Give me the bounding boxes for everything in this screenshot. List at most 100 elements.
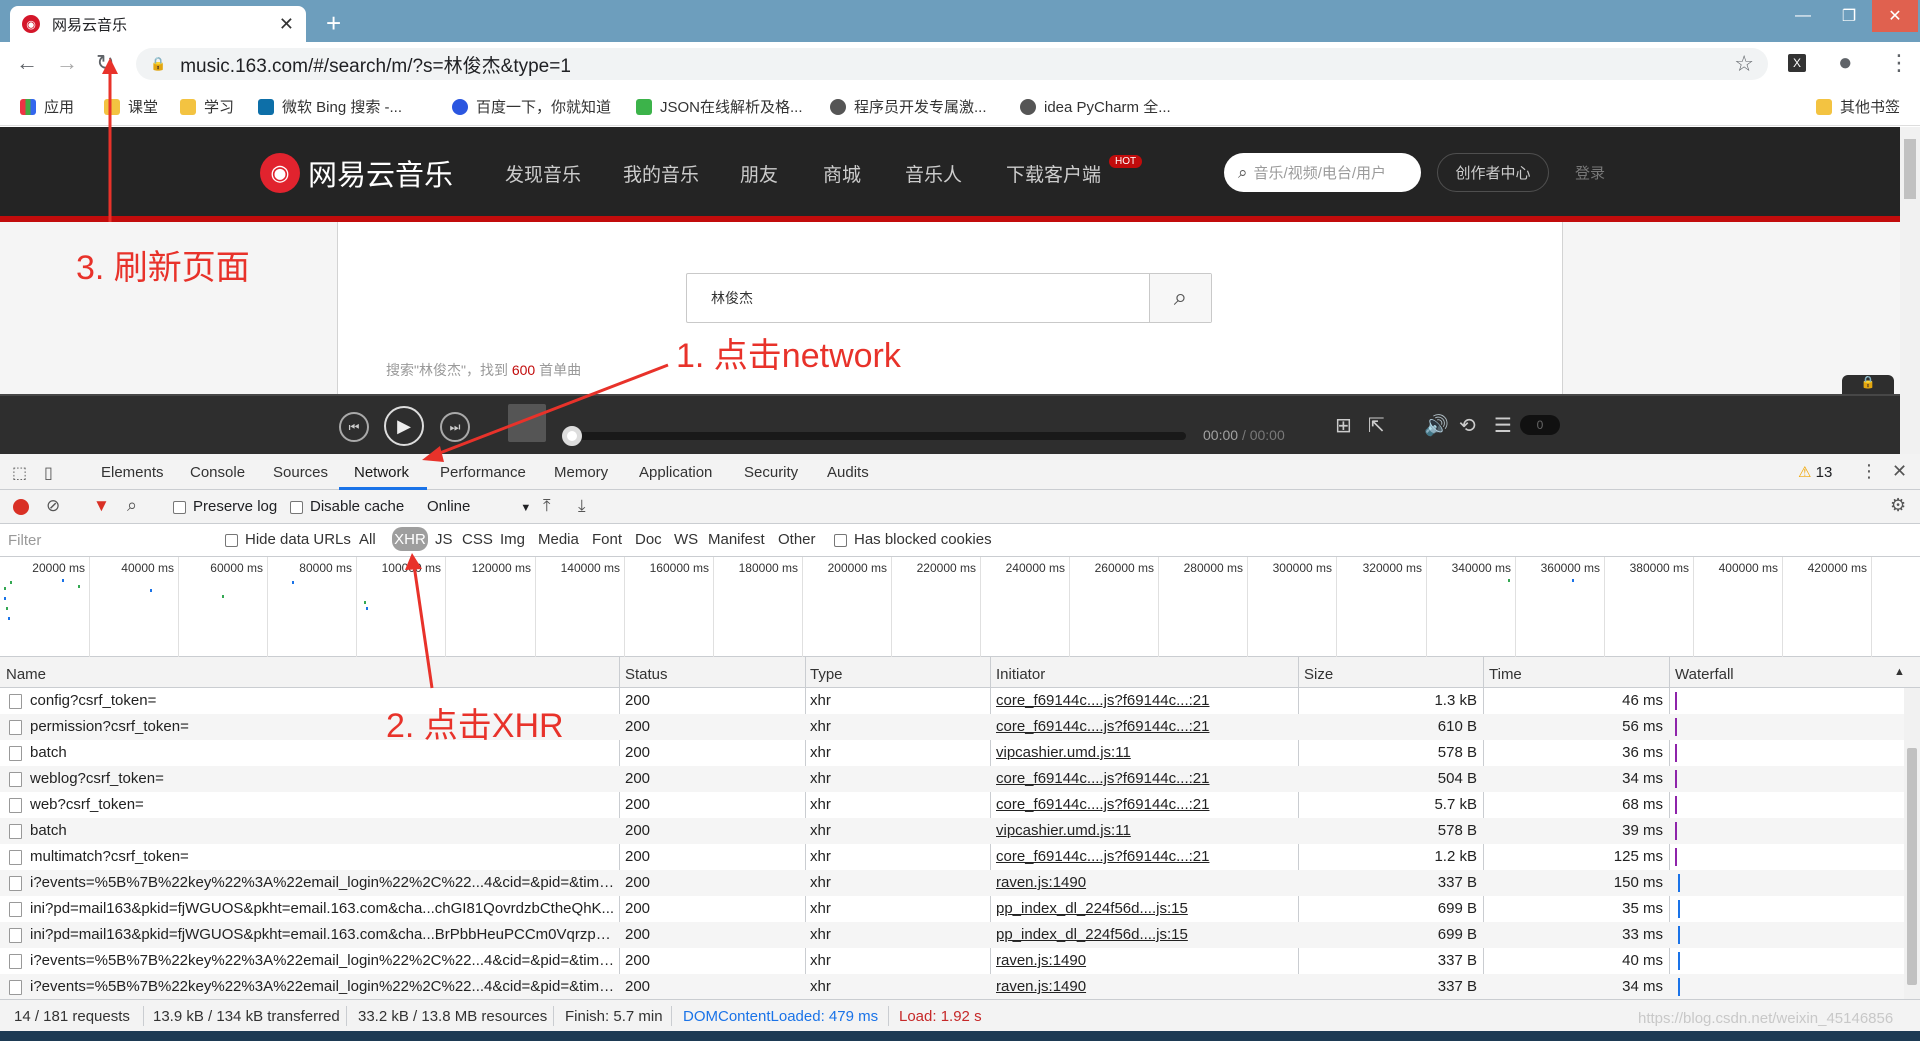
- previous-track-icon[interactable]: ⏮: [339, 412, 369, 442]
- page-scrollbar[interactable]: [1900, 127, 1920, 454]
- col-time[interactable]: Time: [1489, 666, 1522, 683]
- cell-initiator[interactable]: raven.js:1490: [996, 874, 1286, 891]
- table-row[interactable]: i?events=%5B%7B%22key%22%3A%22email_logi…: [0, 870, 1904, 896]
- playlist-icon[interactable]: ☰: [1494, 413, 1512, 438]
- preserve-log-checkbox[interactable]: Preserve log: [173, 498, 277, 515]
- page-scrollbar-thumb[interactable]: [1904, 139, 1916, 199]
- sort-up-icon[interactable]: ▲: [1894, 666, 1905, 678]
- col-status[interactable]: Status: [625, 666, 668, 683]
- table-row[interactable]: permission?csrf_token= 200 xhr core_f69144c…: [0, 714, 1904, 740]
- tab-performance[interactable]: Performance: [440, 464, 526, 481]
- tab-memory[interactable]: Memory: [554, 464, 608, 481]
- profile-avatar-icon[interactable]: ●: [1838, 49, 1853, 77]
- url-bar[interactable]: 🔒 music.163.com/#/search/m/?s=林俊杰&type=1…: [136, 48, 1768, 80]
- forward-icon[interactable]: →: [56, 50, 78, 76]
- cell-initiator[interactable]: core_f69144c....js?f69144c...:21: [996, 770, 1286, 787]
- gear-icon[interactable]: ⚙: [1890, 495, 1906, 516]
- type-css[interactable]: CSS: [462, 531, 493, 548]
- volume-icon[interactable]: 🔊: [1424, 413, 1449, 438]
- add-to-playlist-icon[interactable]: ⊞: [1335, 413, 1352, 438]
- filter-input[interactable]: Filter: [8, 532, 208, 549]
- bookmark-bing[interactable]: 微软 Bing 搜索 -...: [258, 96, 402, 117]
- reload-icon[interactable]: ↻: [96, 50, 114, 76]
- col-name[interactable]: Name: [6, 666, 46, 683]
- table-row[interactable]: batch 200 xhr vipcashier.umd.js:11 578 B 39 m…: [0, 818, 1904, 844]
- cell-initiator[interactable]: raven.js:1490: [996, 952, 1286, 969]
- table-row[interactable]: i?events=%5B%7B%22key%22%3A%22email_logi…: [0, 948, 1904, 974]
- type-ws[interactable]: WS: [674, 531, 698, 548]
- type-doc[interactable]: Doc: [635, 531, 662, 548]
- loop-icon[interactable]: ⟲: [1459, 413, 1476, 438]
- bookmark-folder[interactable]: 学习: [180, 96, 234, 117]
- type-other[interactable]: Other: [778, 531, 816, 548]
- table-scrollbar-thumb[interactable]: [1907, 748, 1917, 985]
- clear-icon[interactable]: ⊘: [46, 496, 60, 516]
- table-row[interactable]: web?csrf_token= 200 xhr core_f69144c....js?…: [0, 792, 1904, 818]
- table-scrollbar[interactable]: [1904, 688, 1920, 999]
- tab-security[interactable]: Security: [744, 464, 798, 481]
- tab-sources[interactable]: Sources: [273, 464, 328, 481]
- header-search-input[interactable]: ⌕ 音乐/视频/电台/用户: [1224, 153, 1421, 192]
- bookmark-other[interactable]: 其他书签: [1816, 96, 1900, 117]
- table-row[interactable]: ini?pd=mail163&pkid=fjWGUOS&pkht=email.1…: [0, 896, 1904, 922]
- disable-cache-checkbox[interactable]: Disable cache: [290, 498, 404, 515]
- close-devtools-icon[interactable]: ✕: [1892, 461, 1907, 482]
- col-type[interactable]: Type: [810, 666, 843, 683]
- cell-initiator[interactable]: pp_index_dl_224f56d....js:15: [996, 900, 1286, 917]
- tab-audits[interactable]: Audits: [827, 464, 869, 481]
- cell-initiator[interactable]: core_f69144c....js?f69144c...:21: [996, 796, 1286, 813]
- type-manifest[interactable]: Manifest: [708, 531, 765, 548]
- cell-initiator[interactable]: raven.js:1490: [996, 978, 1286, 995]
- cell-initiator[interactable]: vipcashier.umd.js:11: [996, 744, 1286, 761]
- cell-initiator[interactable]: core_f69144c....js?f69144c...:21: [996, 718, 1286, 735]
- bookmark-baidu[interactable]: 百度一下，你就知道: [452, 96, 611, 117]
- cell-initiator[interactable]: core_f69144c....js?f69144c...:21: [996, 848, 1286, 865]
- back-icon[interactable]: ←: [16, 50, 38, 76]
- bookmark-idea[interactable]: idea PyCharm 全...: [1020, 96, 1171, 117]
- col-waterfall[interactable]: Waterfall: [1675, 666, 1734, 683]
- bookmark-dev[interactable]: 程序员开发专属激...: [830, 96, 987, 117]
- nav-discover[interactable]: 发现音乐: [505, 160, 581, 187]
- next-track-icon[interactable]: ⏭: [440, 412, 470, 442]
- creator-center-button[interactable]: 创作者中心: [1437, 153, 1549, 192]
- warnings-badge[interactable]: ⚠ 13: [1798, 463, 1832, 481]
- table-row[interactable]: ini?pd=mail163&pkid=fjWGUOS&pkht=email.1…: [0, 922, 1904, 948]
- blocked-cookies-checkbox[interactable]: Has blocked cookies: [834, 531, 992, 548]
- nav-my-music[interactable]: 我的音乐: [623, 160, 699, 187]
- share-icon[interactable]: ⇱: [1368, 413, 1385, 438]
- cell-initiator[interactable]: pp_index_dl_224f56d....js:15: [996, 926, 1286, 943]
- nav-friends[interactable]: 朋友: [740, 160, 778, 187]
- type-img[interactable]: Img: [500, 531, 525, 548]
- minimize-icon[interactable]: —: [1780, 0, 1826, 32]
- export-har-icon[interactable]: ⤓: [578, 496, 586, 516]
- table-row[interactable]: config?csrf_token= 200 xhr core_f69144c....…: [0, 688, 1904, 714]
- table-row[interactable]: weblog?csrf_token= 200 xhr core_f69144c....…: [0, 766, 1904, 792]
- search-input[interactable]: 林俊杰: [687, 288, 1149, 308]
- filter-icon[interactable]: ▼: [93, 496, 110, 516]
- bookmark-apps[interactable]: 应用: [20, 96, 74, 117]
- type-font[interactable]: Font: [592, 531, 622, 548]
- hide-data-urls-checkbox[interactable]: Hide data URLs: [225, 531, 351, 548]
- maximize-icon[interactable]: ❐: [1826, 0, 1872, 32]
- inspect-element-icon[interactable]: ⬚: [12, 463, 27, 483]
- bookmark-star-icon[interactable]: ☆: [1734, 51, 1754, 77]
- close-tab-icon[interactable]: ✕: [279, 14, 294, 35]
- cell-initiator[interactable]: core_f69144c....js?f69144c...:21: [996, 692, 1286, 709]
- type-all[interactable]: All: [359, 531, 376, 548]
- import-har-icon[interactable]: ⤒: [543, 496, 551, 516]
- nav-store[interactable]: 商城: [823, 160, 861, 187]
- tab-console[interactable]: Console: [190, 464, 245, 481]
- table-row[interactable]: multimatch?csrf_token= 200 xhr core_f69144c…: [0, 844, 1904, 870]
- nav-musician[interactable]: 音乐人: [905, 160, 962, 187]
- throttle-select[interactable]: Online ▼: [427, 498, 531, 515]
- search-icon[interactable]: ⌕: [1149, 274, 1211, 322]
- type-xhr[interactable]: XHR: [392, 527, 428, 551]
- new-tab-button[interactable]: +: [326, 8, 341, 39]
- device-toggle-icon[interactable]: ▯: [44, 463, 53, 483]
- type-media[interactable]: Media: [538, 531, 579, 548]
- cell-initiator[interactable]: vipcashier.umd.js:11: [996, 822, 1286, 839]
- table-row[interactable]: i?events=%5B%7B%22key%22%3A%22email_logi…: [0, 974, 1904, 1000]
- devtools-menu-icon[interactable]: ⋮: [1860, 461, 1878, 482]
- netease-logo[interactable]: ◉ 网易云音乐: [260, 152, 453, 194]
- col-initiator[interactable]: Initiator: [996, 666, 1045, 683]
